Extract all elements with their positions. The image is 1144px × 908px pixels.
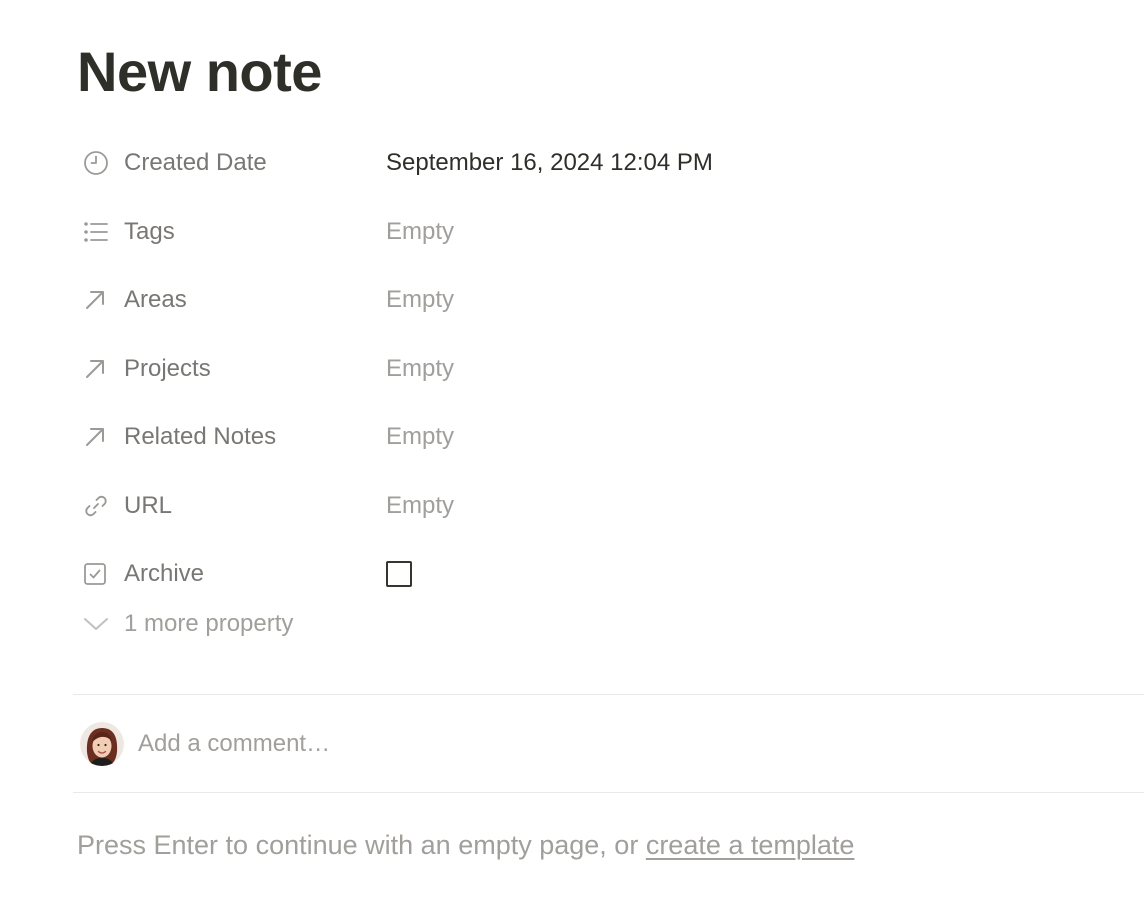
link-icon [83,493,113,519]
property-label: Related Notes [124,423,277,451]
comment-input[interactable] [138,730,738,758]
property-label: Projects [124,354,211,382]
property-row-related-notes: Related Notes Empty [73,403,1144,472]
property-value-archive [386,554,412,594]
property-label: Areas [124,286,187,314]
divider [73,694,1144,695]
more-properties-label: 1 more property [124,609,294,637]
comment-row [80,721,738,767]
create-template-link[interactable]: create a template [646,830,855,860]
property-row-tags: Tags Empty [73,198,1144,267]
avatar [80,722,124,766]
property-value-tags[interactable]: Empty [386,212,454,252]
clock-icon [83,150,113,176]
property-row-url: URL Empty [73,472,1144,541]
property-row-created-date: Created Date September 16, 2024 12:04 PM [73,129,1144,198]
property-value-url[interactable]: Empty [386,486,454,526]
property-name-created-date[interactable]: Created Date [73,143,386,183]
property-label: Archive [124,560,205,588]
property-name-tags[interactable]: Tags [73,212,386,252]
property-value-projects[interactable]: Empty [386,349,454,389]
arrow-up-right-icon [83,424,113,450]
chevron-down-icon [83,611,113,637]
empty-page-hint: Press Enter to continue with an empty pa… [77,830,854,861]
more-properties-toggle[interactable]: 1 more property [73,604,1144,644]
property-row-areas: Areas Empty [73,266,1144,335]
archive-checkbox[interactable] [386,561,412,588]
arrow-up-right-icon [83,356,113,382]
arrow-up-right-icon [83,287,113,313]
property-value-created-date[interactable]: September 16, 2024 12:04 PM [386,143,713,183]
property-label: URL [124,491,173,519]
properties-panel: Created Date September 16, 2024 12:04 PM… [73,129,1144,644]
hint-text: Press Enter to continue with an empty pa… [77,830,646,860]
property-value-areas[interactable]: Empty [386,280,454,320]
property-name-projects[interactable]: Projects [73,349,386,389]
property-label: Tags [124,217,175,245]
page-title[interactable]: New note [77,36,322,108]
property-name-related-notes[interactable]: Related Notes [73,417,386,457]
list-icon [83,219,113,245]
divider [73,792,1144,793]
checkbox-icon [83,561,113,587]
property-row-projects: Projects Empty [73,335,1144,404]
property-name-areas[interactable]: Areas [73,280,386,320]
property-label: Created Date [124,149,267,177]
property-value-related-notes[interactable]: Empty [386,417,454,457]
property-name-url[interactable]: URL [73,486,386,526]
property-name-archive[interactable]: Archive [73,554,386,594]
property-row-archive: Archive [73,540,1144,609]
